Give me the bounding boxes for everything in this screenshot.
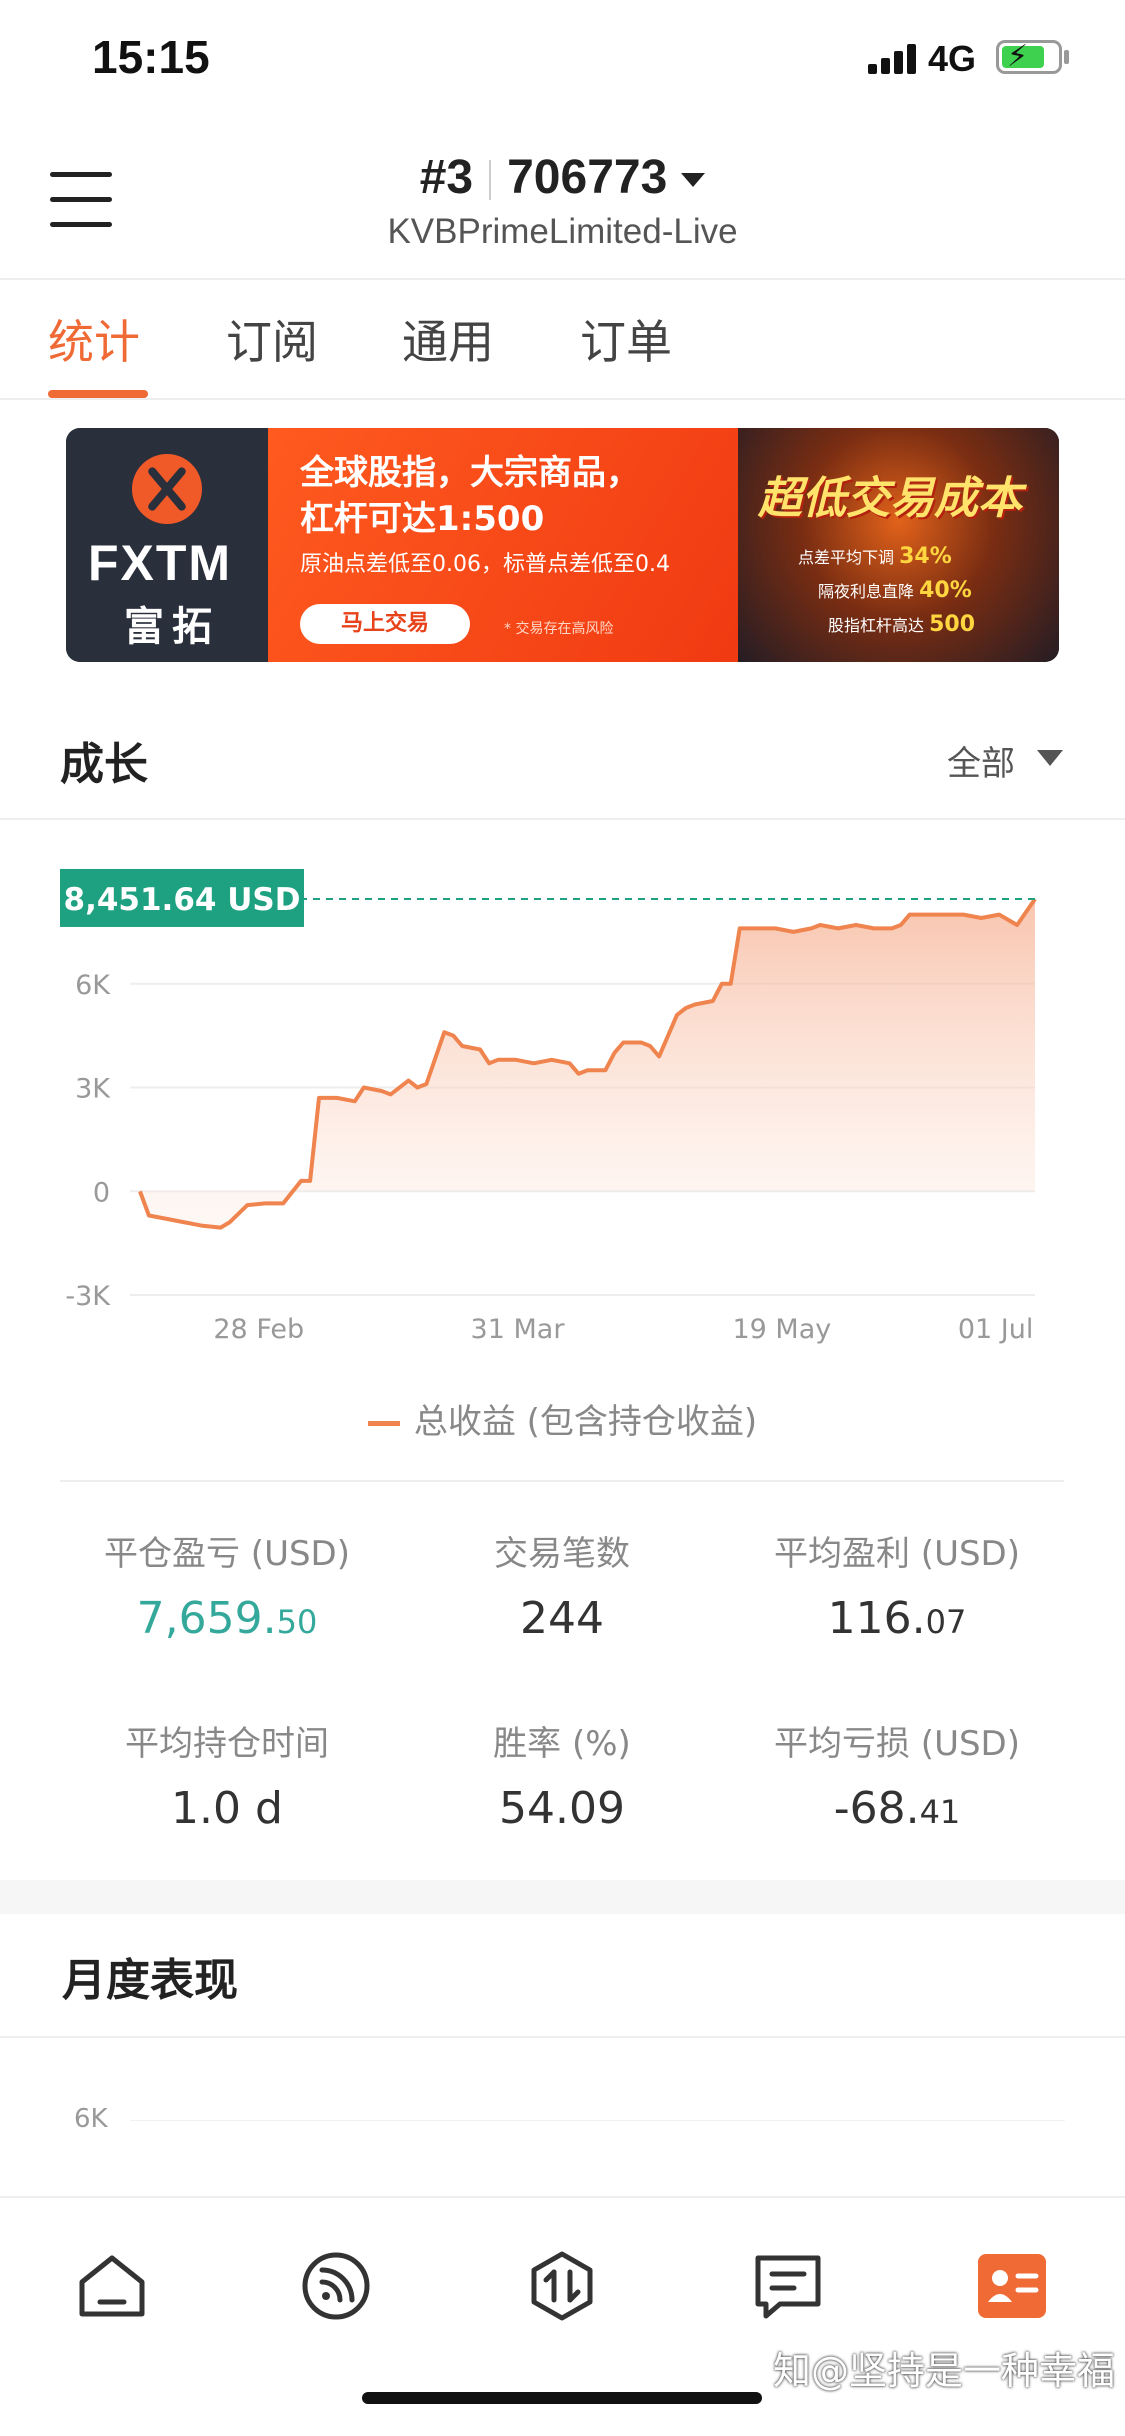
y-tick-label: 0	[93, 1177, 110, 1208]
promo-point: 隔夜利息直降 40%	[818, 578, 972, 603]
logo-text: FXTM	[88, 535, 233, 591]
tab-general[interactable]: 通用	[402, 306, 494, 372]
home-icon[interactable]	[74, 2248, 150, 2324]
watermark: 知@坚持是一种幸福	[772, 2349, 1115, 2393]
promo-headline: 超低交易成本	[758, 473, 1022, 524]
stat-label: 平均持仓时间	[125, 1724, 329, 1764]
fxtm-logo-mark	[132, 454, 202, 524]
trade-now-button[interactable]: 马上交易	[300, 604, 470, 644]
stat-closed-pnl: 平仓盈亏 (USD) 7,659.50	[42, 1526, 412, 1644]
status-time: 15:15	[92, 31, 210, 83]
y-tick-label: -3K	[65, 1281, 111, 1312]
growth-title: 成长	[60, 739, 148, 790]
promo-line1: 全球股指，大宗商品，	[300, 453, 640, 493]
network-type: 4G	[928, 38, 977, 79]
stat-win-rate: 胜率 (%) 54.09	[377, 1716, 747, 1834]
account-selector[interactable]: #3 706773	[0, 150, 1125, 205]
series-area	[140, 899, 1035, 1228]
signal-icon	[868, 44, 916, 74]
promo-panel: 全球股指，大宗商品， 杠杆可达1:500 原油点差低至0.06，标普点差低至0.…	[268, 428, 738, 662]
tab-stats[interactable]: 统计	[48, 306, 140, 372]
battery-nub	[1064, 50, 1069, 64]
growth-chart: 6K 3K 0 -3K 28 Feb 31 Mar 19 May 01 Jul 8,451.6…	[0, 840, 1125, 1440]
feed-icon[interactable]	[298, 2248, 374, 2324]
x-tick-label: 01 Jul	[958, 1314, 1034, 1345]
tab-orders[interactable]: 订单	[580, 306, 672, 372]
promo-point: 点差平均下调 34%	[798, 544, 952, 569]
profile-card-icon[interactable]	[974, 2248, 1050, 2324]
stat-trade-count: 交易笔数 244	[377, 1526, 747, 1644]
current-value-label: 8,451.64 USD	[64, 882, 301, 918]
chart-legend: 总收益 (包含持仓收益)	[0, 1394, 1125, 1443]
caret-down-icon	[681, 173, 706, 188]
battery-icon: ⚡	[996, 39, 1062, 74]
header: #3 706773 KVBPrimeLimited-Live	[0, 120, 1125, 280]
promo-title: 全球股指，大宗商品， 杠杆可达1:500	[300, 450, 640, 542]
range-filter[interactable]: 全部	[947, 736, 1015, 785]
legend-swatch	[367, 1421, 400, 1426]
stat-label: 平均盈利 (USD)	[774, 1534, 1020, 1574]
promo-line2: 杠杆可达1:500	[300, 499, 545, 539]
monthly-gridline	[130, 2120, 1065, 2121]
separator	[489, 160, 492, 201]
x-tick-label: 28 Feb	[213, 1314, 304, 1345]
trade-icon[interactable]	[524, 2248, 600, 2324]
y-tick-label: 3K	[75, 1074, 111, 1105]
x-tick-label: 19 May	[732, 1314, 831, 1345]
stat-avg-loss: 平均亏损 (USD) -68.41	[712, 1716, 1082, 1834]
account-number: 706773	[507, 151, 668, 204]
monthly-y-tick: 6K	[74, 2104, 108, 2134]
growth-section-header: 成长 全部	[0, 700, 1125, 820]
stat-label: 平仓盈亏 (USD)	[104, 1534, 350, 1574]
stat-value: -68.41	[833, 1783, 961, 1834]
stat-label: 胜率 (%)	[493, 1724, 631, 1764]
logo-cn-text: 富拓	[124, 604, 220, 650]
y-tick-label: 6K	[75, 970, 111, 1001]
fxtm-logo: FXTM 富拓	[66, 428, 268, 662]
account-prefix: #3	[419, 151, 474, 204]
monthly-title: 月度表现	[62, 1955, 238, 2006]
stat-value: 1.0 d	[171, 1783, 283, 1834]
home-indicator[interactable]	[362, 2392, 762, 2404]
risk-warning: * 交易存在高风险	[504, 621, 614, 637]
stat-value: 7,659.50	[136, 1593, 318, 1644]
message-icon[interactable]	[750, 2248, 826, 2324]
active-tab-indicator	[48, 390, 148, 398]
status-bar: 15:15 4G ⚡	[0, 0, 1125, 120]
promo-point: 股指杠杆高达 500	[828, 612, 976, 637]
legend-label: 总收益 (包含持仓收益)	[413, 1402, 758, 1442]
stat-label: 平均亏损 (USD)	[774, 1724, 1020, 1764]
stat-value: 244	[520, 1593, 604, 1644]
monthly-section-header: 月度表现	[0, 1914, 1125, 2038]
promo-burst: 超低交易成本 点差平均下调 34% 隔夜利息直降 40% 股指杠杆高达 500	[738, 428, 1059, 662]
stat-value: 54.09	[499, 1783, 625, 1834]
stat-label: 交易笔数	[494, 1534, 630, 1574]
ad-banner[interactable]: FXTM 富拓 全球股指，大宗商品， 杠杆可达1:500 原油点差低至0.06，…	[66, 428, 1059, 662]
stat-avg-hold-time: 平均持仓时间 1.0 d	[42, 1716, 412, 1834]
promo-subline: 原油点差低至0.06，标普点差低至0.4	[300, 552, 670, 577]
tab-subscribe[interactable]: 订阅	[226, 306, 318, 372]
x-tick-label: 31 Mar	[471, 1314, 566, 1345]
stat-avg-profit: 平均盈利 (USD) 116.07	[712, 1526, 1082, 1644]
growth-chart-svg: 6K 3K 0 -3K 28 Feb 31 Mar 19 May 01 Jul 8,451.6…	[60, 868, 1037, 1345]
caret-down-icon[interactable]	[1037, 750, 1063, 766]
broker-server: KVBPrimeLimited-Live	[387, 212, 738, 251]
stat-value: 116.07	[827, 1593, 967, 1644]
divider	[60, 1480, 1064, 1482]
tab-bar: 统计 订阅 通用 订单	[0, 280, 1125, 400]
section-gap	[0, 1880, 1125, 1914]
